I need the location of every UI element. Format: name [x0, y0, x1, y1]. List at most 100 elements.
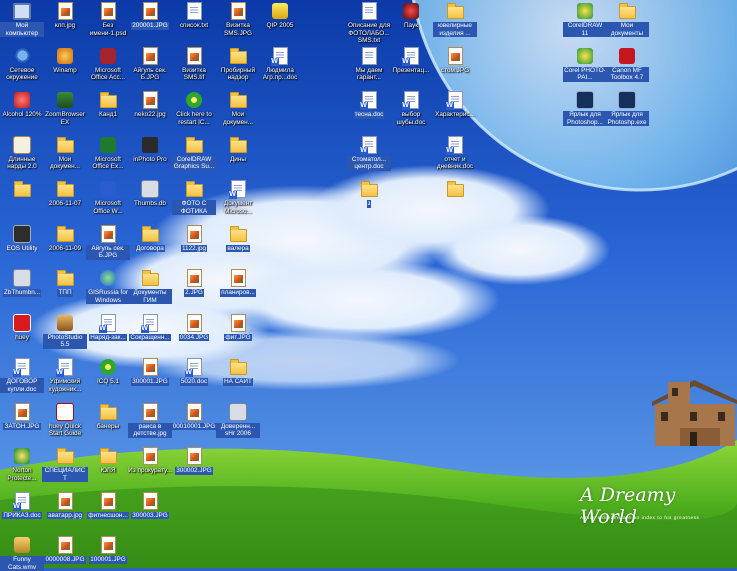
desktop-icon[interactable]: Айгуль сек. Б.JPG: [128, 46, 172, 82]
desktop-icon[interactable]: раиса в детстве.jpg: [128, 402, 172, 438]
desktop-icon[interactable]: [0, 180, 44, 200]
desktop-icon[interactable]: отчет и дневник.doc: [433, 135, 477, 171]
desktop-icon[interactable]: список.txt: [172, 2, 216, 30]
desktop-icon[interactable]: Без имени-1.psd: [86, 2, 130, 37]
desktop-icon[interactable]: huey Quick Start Guide: [43, 402, 87, 438]
desktop-icon[interactable]: Договора: [128, 225, 172, 253]
desktop-icon[interactable]: з: [347, 180, 391, 208]
desktop-icon[interactable]: фитнесшон...: [86, 491, 130, 520]
desktop-icon[interactable]: Описание для ФОТОЛАБО... SMS.txt: [347, 2, 391, 45]
desktop-icon[interactable]: 0000008.JPG: [43, 536, 87, 564]
desktop-icon[interactable]: Визитка SMS.JPG: [216, 2, 260, 37]
desktop-icon[interactable]: Мои докумен...: [216, 91, 260, 126]
desktop-icon[interactable]: 100001.JPG: [86, 536, 130, 564]
desktop-icon[interactable]: Click here to restart IC...: [172, 91, 216, 126]
desktop-icon[interactable]: Microsoft Office W...: [86, 180, 130, 215]
desktop-icon[interactable]: ювелирные изделия ...: [433, 2, 477, 38]
desktop[interactable]: Мой компьютер Сетевое окружение Alcohol 12…: [0, 0, 737, 571]
desktop-icon[interactable]: Funny Cats.wmv: [0, 536, 44, 571]
desktop-icon[interactable]: Microsoft Office Acc...: [86, 47, 130, 82]
desktop-icon[interactable]: 300003.JPG: [128, 491, 172, 520]
desktop-icon[interactable]: huey: [0, 313, 44, 342]
desktop-icon[interactable]: ДОГОВОР купли.doc: [0, 358, 44, 394]
desktop-icon[interactable]: Уфимский художник...: [43, 358, 87, 393]
image-file-icon: [99, 491, 117, 510]
desktop-icon[interactable]: Сетевое окружение: [0, 47, 44, 82]
desktop-icon[interactable]: ZbThumbn...: [0, 269, 44, 297]
desktop-icon[interactable]: Документы ГИМ: [128, 269, 172, 305]
desktop-icon[interactable]: Характерис...: [433, 91, 477, 119]
desktop-icon[interactable]: ТПП: [43, 269, 87, 297]
desktop-icon[interactable]: 00010001.JPG: [171, 402, 217, 431]
desktop-icon[interactable]: Thumbs.db: [128, 180, 172, 208]
desktop-icon[interactable]: Мой компьютер: [0, 2, 44, 38]
desktop-icon[interactable]: Из прокурату...: [128, 447, 172, 475]
desktop-icon[interactable]: ПРИКАЗ.doc: [0, 491, 44, 520]
desktop-icon[interactable]: Alcohol 120%: [0, 91, 44, 119]
folder-icon: [229, 358, 247, 376]
desktop-icon[interactable]: 2.JPG: [172, 269, 216, 297]
desktop-icon[interactable]: CorelDRAW 11: [563, 2, 607, 38]
desktop-icon[interactable]: neko22.jpg: [128, 91, 172, 119]
desktop-icon[interactable]: Канд1: [86, 91, 130, 119]
desktop-icon[interactable]: аватарр.jpg: [43, 491, 87, 520]
desktop-icon[interactable]: планиров...: [216, 269, 260, 297]
desktop-icon[interactable]: тесна.doc: [347, 91, 391, 119]
desktop-icon[interactable]: Corel PHOTO-PAI...: [563, 47, 607, 82]
desktop-icon[interactable]: 2006-11-09: [43, 225, 87, 253]
desktop-icon[interactable]: ЮЛЯ: [86, 447, 130, 475]
desktop-icon[interactable]: ЗАТОН.JPG: [0, 402, 44, 431]
desktop-icon[interactable]: 5020.doc: [172, 358, 216, 386]
desktop-icon[interactable]: PhotoStudio 5.5: [43, 314, 87, 349]
desktop-icon[interactable]: Мы даем гарант...: [347, 46, 391, 82]
desktop-icon[interactable]: Наряд-зак...: [86, 313, 130, 342]
desktop-icon[interactable]: Документ Microso...: [216, 180, 260, 215]
desktop-icon[interactable]: ICQ 5.1: [86, 358, 130, 386]
desktop-icon[interactable]: СПЕЦИАЛИСТ: [42, 447, 88, 483]
desktop-icon[interactable]: банеры: [86, 403, 130, 431]
desktop-icon[interactable]: валера: [216, 225, 260, 253]
desktop-icon[interactable]: Айгуль сек. Б.JPG: [86, 224, 130, 260]
desktop-icon[interactable]: фит.JPG: [216, 313, 260, 342]
desktop-icon[interactable]: Ярлык для Photoshp.exe: [605, 91, 649, 127]
desktop-icon[interactable]: 300002.JPG: [172, 447, 216, 475]
desktop-icon[interactable]: ФОТО С ФОТИКА: [172, 180, 216, 216]
desktop-icon[interactable]: Людмила Агр.пр...doc: [258, 46, 302, 82]
desktop-icon[interactable]: стом.JPG: [433, 46, 477, 75]
desktop-icon[interactable]: 0034.JPG: [172, 313, 216, 342]
desktop-icon[interactable]: 2006-11-07: [43, 180, 87, 208]
desktop-icon[interactable]: ZoomBrowser EX: [43, 91, 87, 126]
desktop-icon[interactable]: клп.jpg: [43, 2, 87, 30]
desktop-icon[interactable]: Norton Protecte...: [0, 447, 44, 482]
desktop-icon[interactable]: EOS Utility: [0, 224, 44, 253]
desktop-icon[interactable]: Дины: [216, 136, 260, 164]
desktop-icon[interactable]: Паук: [389, 2, 433, 30]
desktop-icon[interactable]: Визитка SMS.tif: [172, 46, 216, 82]
desktop-icon[interactable]: GISRussia for Windows: [86, 269, 130, 305]
desktop-icon-label: Мои докумен...: [222, 111, 254, 126]
desktop-icon[interactable]: inPhoto Pro: [128, 136, 172, 164]
desktop-icon[interactable]: Мои докумен...: [43, 136, 87, 171]
desktop-icon[interactable]: Microsoft Office Ex...: [86, 136, 130, 171]
desktop-icon-label: 300001.JPG: [131, 378, 169, 386]
desktop-icon[interactable]: CorelDRAW Graphics Su...: [172, 136, 216, 171]
desktop-icon[interactable]: Ярлык для Photoshop...: [563, 91, 607, 127]
desktop-icon[interactable]: 200001.JPG: [128, 2, 172, 30]
desktop-icon[interactable]: 1122.jpg: [172, 224, 216, 253]
desktop-icon[interactable]: QIP 2005: [258, 2, 302, 30]
desktop-icon[interactable]: Длинные нарды 2.0: [0, 135, 44, 171]
word-document-icon: [401, 46, 420, 66]
desktop-icon[interactable]: Стоматол... центр.doc: [347, 135, 391, 171]
desktop-icon[interactable]: Презентац...: [389, 46, 433, 75]
desktop-icon-label: Ярлык для Photoshp.exe: [605, 111, 649, 127]
desktop-icon[interactable]: Сокращенн...: [128, 313, 172, 342]
desktop-icon[interactable]: Доверенн... sHr 2006: [216, 402, 260, 438]
desktop-icon[interactable]: НА САЙТ: [216, 358, 260, 386]
desktop-icon[interactable]: 300001.JPG: [128, 358, 172, 386]
desktop-icon[interactable]: [433, 180, 477, 200]
desktop-icon[interactable]: Winamp: [43, 47, 87, 75]
desktop-icon[interactable]: Пробирный надзор: [216, 47, 260, 82]
desktop-icon[interactable]: Мои документы: [605, 2, 649, 38]
desktop-icon[interactable]: выбор шубы.doc: [389, 91, 433, 126]
desktop-icon[interactable]: Canon MF Toolbox 4.7: [605, 47, 649, 82]
